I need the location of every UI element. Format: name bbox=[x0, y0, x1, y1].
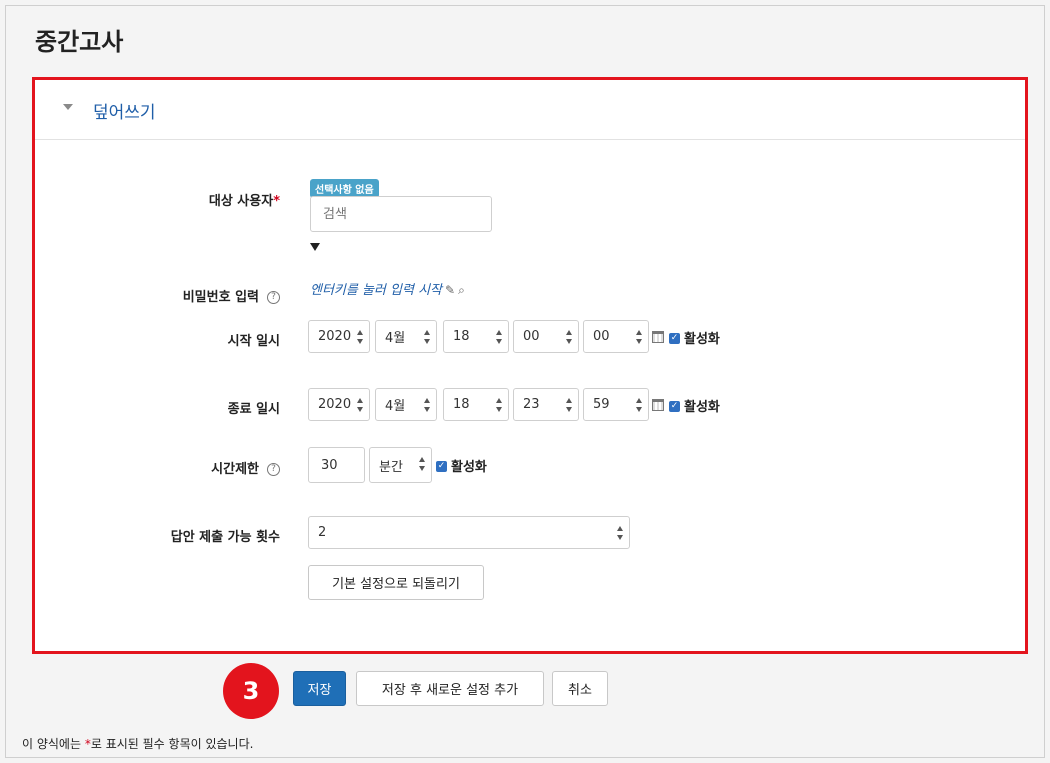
password-edit-link[interactable]: 엔터키를 눌러 입력 시작 ✎ ⌕ bbox=[310, 279, 465, 298]
step-number-badge: 3 bbox=[223, 663, 279, 719]
end-month-select[interactable]: 4월 bbox=[375, 388, 437, 421]
password-label: 비밀번호 입력? bbox=[50, 286, 280, 305]
select-arrows-icon bbox=[424, 398, 430, 412]
reset-defaults-button[interactable]: 기본 설정으로 되돌리기 bbox=[308, 565, 484, 600]
start-month-select[interactable]: 4월 bbox=[375, 320, 437, 353]
end-enable-label[interactable]: 활성화 bbox=[684, 396, 720, 415]
calendar-icon[interactable] bbox=[652, 331, 664, 343]
time-unit-select[interactable]: 분간 bbox=[369, 447, 432, 483]
required-mark: * bbox=[273, 194, 280, 209]
target-user-search-input[interactable] bbox=[310, 196, 492, 232]
save-and-add-button[interactable]: 저장 후 새로운 설정 추가 bbox=[356, 671, 544, 706]
target-user-label: 대상 사용자* bbox=[208, 194, 280, 209]
select-arrows-icon bbox=[496, 398, 502, 412]
page-title: 중간고사 bbox=[35, 28, 124, 56]
start-minute-select[interactable]: 00 bbox=[583, 320, 649, 353]
select-arrows-icon bbox=[419, 457, 425, 471]
time-limit-input[interactable]: 30 bbox=[308, 447, 365, 483]
collapse-triangle-icon[interactable] bbox=[63, 104, 73, 110]
time-limit-label: 시간제한? bbox=[50, 458, 280, 477]
select-arrows-icon bbox=[424, 330, 430, 344]
select-arrows-icon bbox=[357, 398, 363, 412]
select-arrows-icon bbox=[566, 398, 572, 412]
select-arrows-icon bbox=[636, 330, 642, 344]
select-arrows-icon bbox=[496, 330, 502, 344]
pencil-icon[interactable]: ✎ bbox=[445, 283, 455, 297]
required-fields-note: 이 양식에는 *로 표시된 필수 항목이 있습니다. bbox=[22, 737, 254, 751]
attempts-select[interactable]: 2 bbox=[308, 516, 630, 549]
time-limit-enable-label[interactable]: 활성화 bbox=[451, 456, 487, 475]
end-minute-select[interactable]: 59 bbox=[583, 388, 649, 421]
start-date-label: 시작 일시 bbox=[227, 334, 280, 349]
override-section: 덮어쓰기 대상 사용자* 선택사항 없음 비밀번호 입력? 엔터키를 눌러 입력… bbox=[32, 77, 1028, 654]
start-day-select[interactable]: 18 bbox=[443, 320, 509, 353]
cancel-button[interactable]: 취소 bbox=[552, 671, 608, 706]
select-arrows-icon bbox=[636, 398, 642, 412]
select-arrows-icon bbox=[566, 330, 572, 344]
section-header[interactable]: 덮어쓰기 bbox=[35, 80, 1025, 140]
time-limit-enable-checkbox[interactable]: ✓ bbox=[436, 461, 447, 472]
dropdown-triangle-icon[interactable] bbox=[310, 243, 320, 251]
start-enable-checkbox[interactable]: ✓ bbox=[669, 333, 680, 344]
help-icon[interactable]: ? bbox=[267, 291, 280, 304]
end-hour-select[interactable]: 23 bbox=[513, 388, 579, 421]
help-icon[interactable]: ? bbox=[267, 463, 280, 476]
section-title[interactable]: 덮어쓰기 bbox=[93, 98, 156, 123]
end-day-select[interactable]: 18 bbox=[443, 388, 509, 421]
save-button[interactable]: 저장 bbox=[293, 671, 346, 706]
end-date-label: 종료 일시 bbox=[227, 402, 280, 417]
start-hour-select[interactable]: 00 bbox=[513, 320, 579, 353]
end-year-select[interactable]: 2020 bbox=[308, 388, 370, 421]
attempts-label: 답안 제출 가능 횟수 bbox=[170, 530, 280, 545]
calendar-icon[interactable] bbox=[652, 399, 664, 411]
select-arrows-icon bbox=[617, 526, 623, 540]
search-icon[interactable]: ⌕ bbox=[458, 283, 465, 298]
select-arrows-icon bbox=[357, 330, 363, 344]
start-year-select[interactable]: 2020 bbox=[308, 320, 370, 353]
start-enable-label[interactable]: 활성화 bbox=[684, 328, 720, 347]
end-enable-checkbox[interactable]: ✓ bbox=[669, 401, 680, 412]
